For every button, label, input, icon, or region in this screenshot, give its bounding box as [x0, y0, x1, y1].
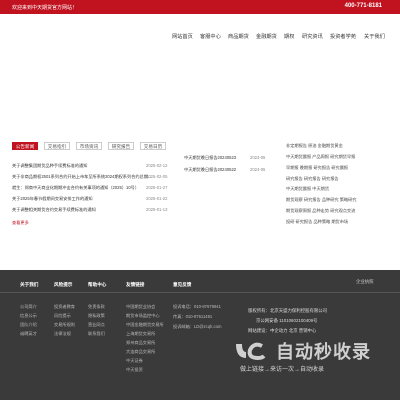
business-license-link[interactable]: 企业执照: [356, 279, 374, 285]
watermark-logo-icon: [236, 342, 266, 361]
research-tag-line[interactable]: 期货观察 研究报告 品种研究 策略研究: [286, 197, 357, 203]
nav-item-service[interactable]: 客服中心: [200, 33, 221, 40]
tab-trading-guide[interactable]: 交易指引: [44, 142, 70, 150]
nav-item-investor-academy[interactable]: 投资者学苑: [330, 33, 356, 40]
nav-item-options[interactable]: 期权: [284, 33, 294, 40]
footer-link[interactable]: 诚聘英才: [20, 331, 37, 337]
welcome-text: 欢迎来到中天期货官方网站！: [12, 5, 78, 11]
footer-link[interactable]: 营业网点: [88, 322, 105, 328]
footer-link[interactable]: 中国期货业协会: [126, 304, 155, 310]
site-footer: 关于我们 风险提示 帮助中心 友情链接 意见反馈 公司简介 信息公示 团队介绍 …: [0, 270, 400, 400]
footer-link[interactable]: 中国金融期货交易所: [126, 322, 164, 328]
research-tag-line[interactable]: 研究报告 研究报告 研究报告: [286, 176, 339, 182]
research-tag-line[interactable]: 期货观察周报 品种走势 研究观点交流: [286, 208, 355, 214]
tab-announcements[interactable]: 公告新闻: [12, 142, 38, 150]
footer-link[interactable]: 公司简介: [20, 304, 37, 310]
footer-link[interactable]: 中天证券: [126, 358, 143, 364]
footer-link[interactable]: 风险提示: [54, 313, 71, 319]
footer-link[interactable]: 团队介绍: [20, 322, 37, 328]
watermark-subtitle: 做上链接→来访一次→自动收录: [240, 367, 325, 373]
footer-contact: 投诉电话：010-87679941: [173, 304, 221, 309]
site-builder: 网站建设：中企动力 北京 营销中心: [248, 328, 317, 333]
nav-item-research[interactable]: 研究资讯: [302, 33, 323, 40]
news-item[interactable]: 关于调整相关期货合约交易手续费标准的通知 2025-01-13: [12, 207, 167, 213]
research-tag-line[interactable]: 中天期货晨报 中天期货: [286, 186, 329, 192]
footer-heading-help: 帮助中心: [88, 282, 107, 287]
research-tag-line[interactable]: 早期报 晚期报 研究报告 研究晨报: [286, 165, 348, 171]
footer-link[interactable]: 隐私政策: [88, 313, 105, 319]
research-tag-line[interactable]: 投研 研究报告 品种策略 期货市场: [286, 219, 348, 225]
news-item[interactable]: 就生：郑商中天商业化期期冲击合约有关事项的通知（2025）10号） 2025-01…: [12, 185, 167, 191]
footer-link[interactable]: 上海期货交易所: [126, 331, 155, 337]
research-tag-line[interactable]: 中天期货晨报 产品周报 研究期货早报: [286, 154, 355, 160]
footer-link[interactable]: 联系我们: [88, 331, 105, 337]
research-tag-line[interactable]: 非定期报告 原油 金融期货黄金: [286, 143, 343, 149]
news-item[interactable]: 关于2025年春节假期间交易安排工作的通知 2025-01-22: [12, 196, 167, 202]
nav-item-financial-futures[interactable]: 金融期货: [256, 33, 277, 40]
footer-link[interactable]: 免责条款: [88, 304, 105, 310]
footer-contact[interactable]: 投诉邮箱：LD@zcqh.com: [173, 324, 221, 330]
footer-heading-feedback: 意见反馈: [173, 282, 192, 287]
footer-link[interactable]: 郑州商品交易所: [126, 340, 155, 346]
report-item[interactable]: 中天期货晚日报告20240523 2024-05: [184, 155, 265, 161]
footer-heading-links: 友情链接: [126, 282, 145, 287]
watermark: 自动秒收录 做上链接→来访一次→自动收录: [226, 338, 386, 376]
main-nav: 网站首页 客服中心 商品期货 金融期货 期权 研究资讯 投资者学苑 关于我们: [0, 14, 400, 58]
nav-item-home[interactable]: 网站首页: [172, 33, 193, 40]
footer-contact: 传真：010-87611491: [173, 314, 213, 319]
nav-item-about[interactable]: 关于我们: [364, 33, 385, 40]
footer-heading-risk: 风险提示: [54, 282, 73, 287]
nav-item-commodity-futures[interactable]: 商品期货: [228, 33, 249, 40]
tab-market-info[interactable]: 市场资讯: [76, 142, 102, 150]
footer-link[interactable]: 交易所规则: [54, 322, 75, 328]
hero-banner: [0, 58, 400, 134]
footer-link[interactable]: 大连商品交易所: [126, 349, 155, 355]
icp-record[interactable]: 京公网安备 11010602100409号: [256, 318, 317, 324]
view-more-link[interactable]: 查看更多: [12, 220, 29, 226]
news-item[interactable]: 关于非商品期权2501系列合约开始上市车至所系统2024期权系列合约总期... 2…: [12, 174, 167, 180]
footer-link[interactable]: 期货市场监控中心: [126, 313, 160, 319]
tab-trading-calendar[interactable]: 交易日历: [140, 142, 166, 150]
watermark-title: 自动秒收录: [276, 342, 371, 362]
content-area: 公告新闻 交易指引 市场资讯 研究报告 交易日历 关于调整集团期货品种手续费标准…: [0, 134, 400, 270]
footer-link[interactable]: 信息公示: [20, 313, 37, 319]
footer-link[interactable]: 投资者教育: [54, 304, 75, 310]
footer-heading-about: 关于我们: [20, 282, 39, 287]
footer-link[interactable]: 中天投资: [126, 367, 143, 373]
tab-research-reports[interactable]: 研究报告: [108, 142, 134, 150]
hotline-phone: 400-771-8181: [344, 3, 382, 9]
news-item[interactable]: 关于调整集团期货品种手续费标准的通知 2025-02-12: [12, 163, 167, 169]
footer-link[interactable]: 法律法规: [54, 331, 71, 337]
top-bar: 欢迎来到中天期货官方网站！ 400-771-8181: [0, 0, 400, 14]
footer-divider: [0, 292, 400, 293]
copyright-text: 版权所有：北京天盛力保利控股有限公司: [248, 308, 328, 313]
report-item[interactable]: 中天期货晚日报告20240522 2024-05: [184, 167, 265, 173]
